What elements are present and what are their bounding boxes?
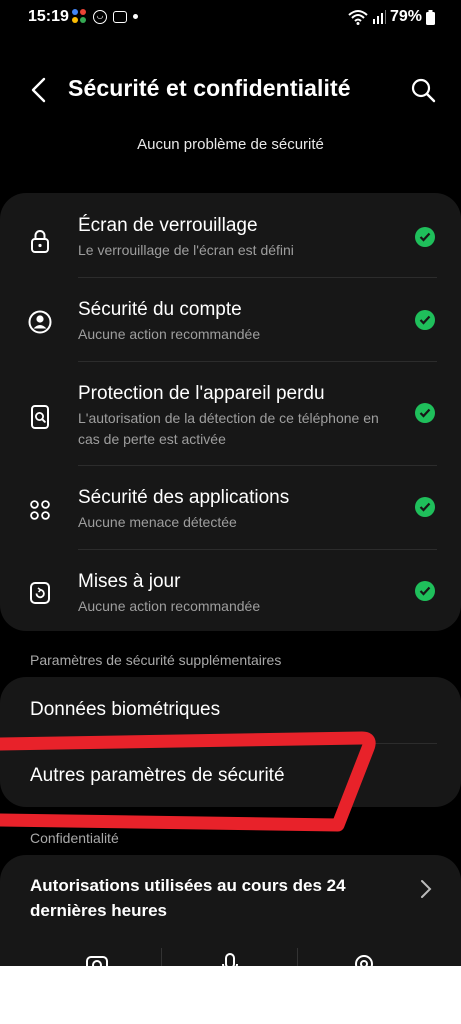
page-title: Sécurité et confidentialité — [68, 75, 351, 101]
item-subtitle: Aucune menace détectée — [78, 514, 237, 530]
location-icon — [355, 955, 373, 966]
extra-settings-card: Données biométriques Autres paramètres d… — [0, 677, 461, 807]
divider — [78, 465, 437, 466]
account-icon — [28, 310, 52, 334]
find-device-icon — [31, 405, 49, 429]
battery-icon — [426, 9, 435, 25]
separator — [161, 948, 162, 966]
item-label: Protection de l'appareil perdu — [78, 383, 325, 404]
other-security-settings-item[interactable]: Autres paramètres de sécurité — [0, 743, 461, 807]
apps-icon — [30, 500, 50, 520]
security-card: Écran de verrouillage Le verrouillage de… — [0, 193, 461, 631]
item-label: Mises à jour — [78, 571, 181, 592]
separator — [297, 948, 298, 966]
assistant-icon — [72, 9, 87, 24]
divider — [78, 277, 437, 278]
check-icon — [415, 497, 435, 517]
signal-icon — [372, 10, 386, 24]
biometrics-item[interactable]: Données biométriques — [0, 677, 461, 741]
dot-icon — [133, 14, 138, 19]
privacy-header: Confidentialité — [30, 830, 119, 846]
item-label: Sécurité du compte — [78, 299, 242, 320]
item-subtitle: Aucune action recommandée — [78, 598, 261, 614]
status-right: 79% — [348, 8, 435, 26]
app-header: Sécurité et confidentialité — [0, 70, 461, 110]
app-security-item[interactable]: Sécurité des applications Aucune menace … — [0, 483, 461, 551]
wifi-icon — [348, 10, 368, 25]
lock-icon — [31, 230, 49, 253]
extra-settings-header: Paramètres de sécurité supplémentaires — [30, 652, 282, 668]
divider — [78, 549, 437, 550]
microphone-icon — [222, 953, 238, 966]
check-icon — [415, 310, 435, 330]
check-icon — [415, 403, 435, 423]
updates-item[interactable]: Mises à jour Aucune action recommandée — [0, 567, 461, 627]
lost-device-item[interactable]: Protection de l'appareil perdu L'autoris… — [0, 379, 461, 467]
privacy-card: Autorisations utilisées au cours des 24 … — [0, 855, 461, 966]
battery-percent: 79% — [389, 8, 422, 25]
item-label: Écran de verrouillage — [78, 215, 258, 236]
divider — [78, 361, 437, 362]
status-bar: 15:19 ◡ 79% — [0, 0, 461, 36]
update-icon — [30, 582, 50, 604]
account-security-item[interactable]: Sécurité du compte Aucune action recomma… — [0, 295, 461, 363]
check-icon — [415, 227, 435, 247]
chevron-right-icon[interactable] — [419, 879, 433, 899]
screen: 15:19 ◡ 79% Sécurité et confidentialité … — [0, 0, 461, 966]
security-status: Aucun problème de sécurité — [137, 136, 324, 153]
search-icon[interactable] — [409, 76, 437, 104]
status-time: 15:19 — [28, 8, 69, 25]
item-label: Sécurité des applications — [78, 487, 290, 508]
check-icon — [415, 581, 435, 601]
face-icon: ◡ — [93, 9, 107, 24]
permissions-used-item[interactable]: Autorisations utilisées au cours des 24 … — [30, 873, 370, 923]
back-arrow-icon[interactable] — [28, 76, 50, 104]
item-subtitle: Le verrouillage de l'écran est défini — [78, 242, 294, 258]
app-icon — [113, 10, 127, 23]
item-subtitle: L'autorisation de la détection de ce tél… — [78, 410, 379, 447]
camera-icon — [86, 956, 108, 966]
lock-screen-item[interactable]: Écran de verrouillage Le verrouillage de… — [0, 211, 461, 279]
item-label: Données biométriques — [30, 699, 221, 720]
item-label: Autres paramètres de sécurité — [30, 765, 285, 786]
notification-icons: ◡ — [72, 9, 138, 24]
item-subtitle: Aucune action recommandée — [78, 326, 261, 342]
